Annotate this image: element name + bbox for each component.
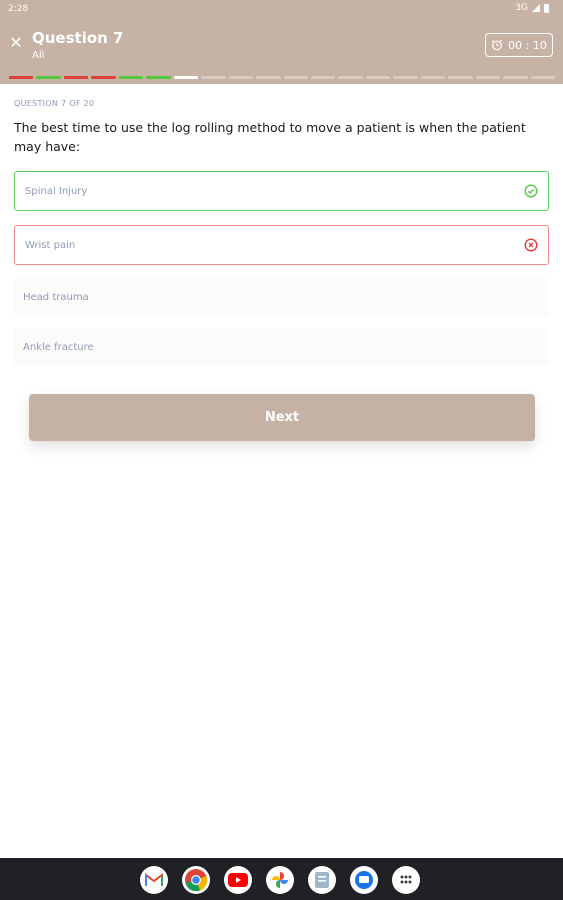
page-subtitle: All <box>32 50 45 61</box>
progress-segment <box>310 76 336 79</box>
page-title: Question 7 <box>32 29 124 47</box>
photos-icon[interactable] <box>266 866 294 894</box>
question-progress-bar <box>9 76 556 79</box>
progress-segment <box>420 76 446 79</box>
answer-option-2[interactable]: Wrist pain <box>14 225 549 265</box>
status-icons: 3G <box>515 3 549 13</box>
battery-icon <box>544 3 549 13</box>
messages-icon[interactable] <box>350 866 378 894</box>
progress-segment <box>146 76 171 79</box>
progress-segment <box>201 76 226 79</box>
progress-segment <box>448 76 473 79</box>
signal-icon <box>532 4 540 12</box>
timer-badge: 00 : 10 <box>485 33 553 57</box>
progress-segment <box>173 76 199 79</box>
answer-option-1[interactable]: Spinal Injury <box>14 171 549 211</box>
timer-text: 00 : 10 <box>508 38 547 52</box>
status-bar: 2:28 3G <box>0 0 563 18</box>
progress-segment <box>283 76 308 79</box>
progress-segment <box>530 76 556 79</box>
youtube-icon[interactable] <box>224 866 252 894</box>
answer-option-3[interactable]: Head trauma <box>14 278 549 316</box>
answer-option-4[interactable]: Ankle fracture <box>14 328 549 366</box>
progress-segment <box>503 76 528 79</box>
progress-segment <box>365 76 391 79</box>
progress-segment <box>9 76 34 79</box>
progress-segment <box>36 76 61 79</box>
progress-segment <box>91 76 116 79</box>
answer-option-label: Head trauma <box>23 291 89 303</box>
files-icon[interactable] <box>308 866 336 894</box>
progress-segment <box>475 76 501 79</box>
app-drawer-icon[interactable] <box>392 866 420 894</box>
next-button[interactable]: Next <box>29 394 535 441</box>
gmail-icon[interactable] <box>140 866 168 894</box>
x-circle-icon <box>524 238 538 252</box>
check-circle-icon <box>524 184 538 198</box>
progress-segment <box>228 76 254 79</box>
status-time: 2:28 <box>8 4 29 14</box>
app-dock <box>140 866 420 894</box>
alarm-clock-icon <box>491 39 503 51</box>
question-text: The best time to use the log rolling met… <box>14 120 526 154</box>
close-icon[interactable]: ✕ <box>8 35 24 51</box>
answer-option-label: Wrist pain <box>25 239 76 251</box>
question-counter: QUESTION 7 OF 20 <box>14 99 95 108</box>
progress-segment <box>338 76 363 79</box>
progress-segment <box>63 76 89 79</box>
progress-segment <box>118 76 144 79</box>
chrome-icon[interactable] <box>182 866 210 894</box>
progress-segment <box>256 76 281 79</box>
answer-option-label: Spinal Injury <box>25 185 88 197</box>
app-header: 2:28 3G ✕ Question 7 All 00 : 10 <box>0 0 563 84</box>
answer-option-label: Ankle fracture <box>23 341 94 353</box>
network-label: 3G <box>515 3 528 13</box>
progress-segment <box>393 76 418 79</box>
